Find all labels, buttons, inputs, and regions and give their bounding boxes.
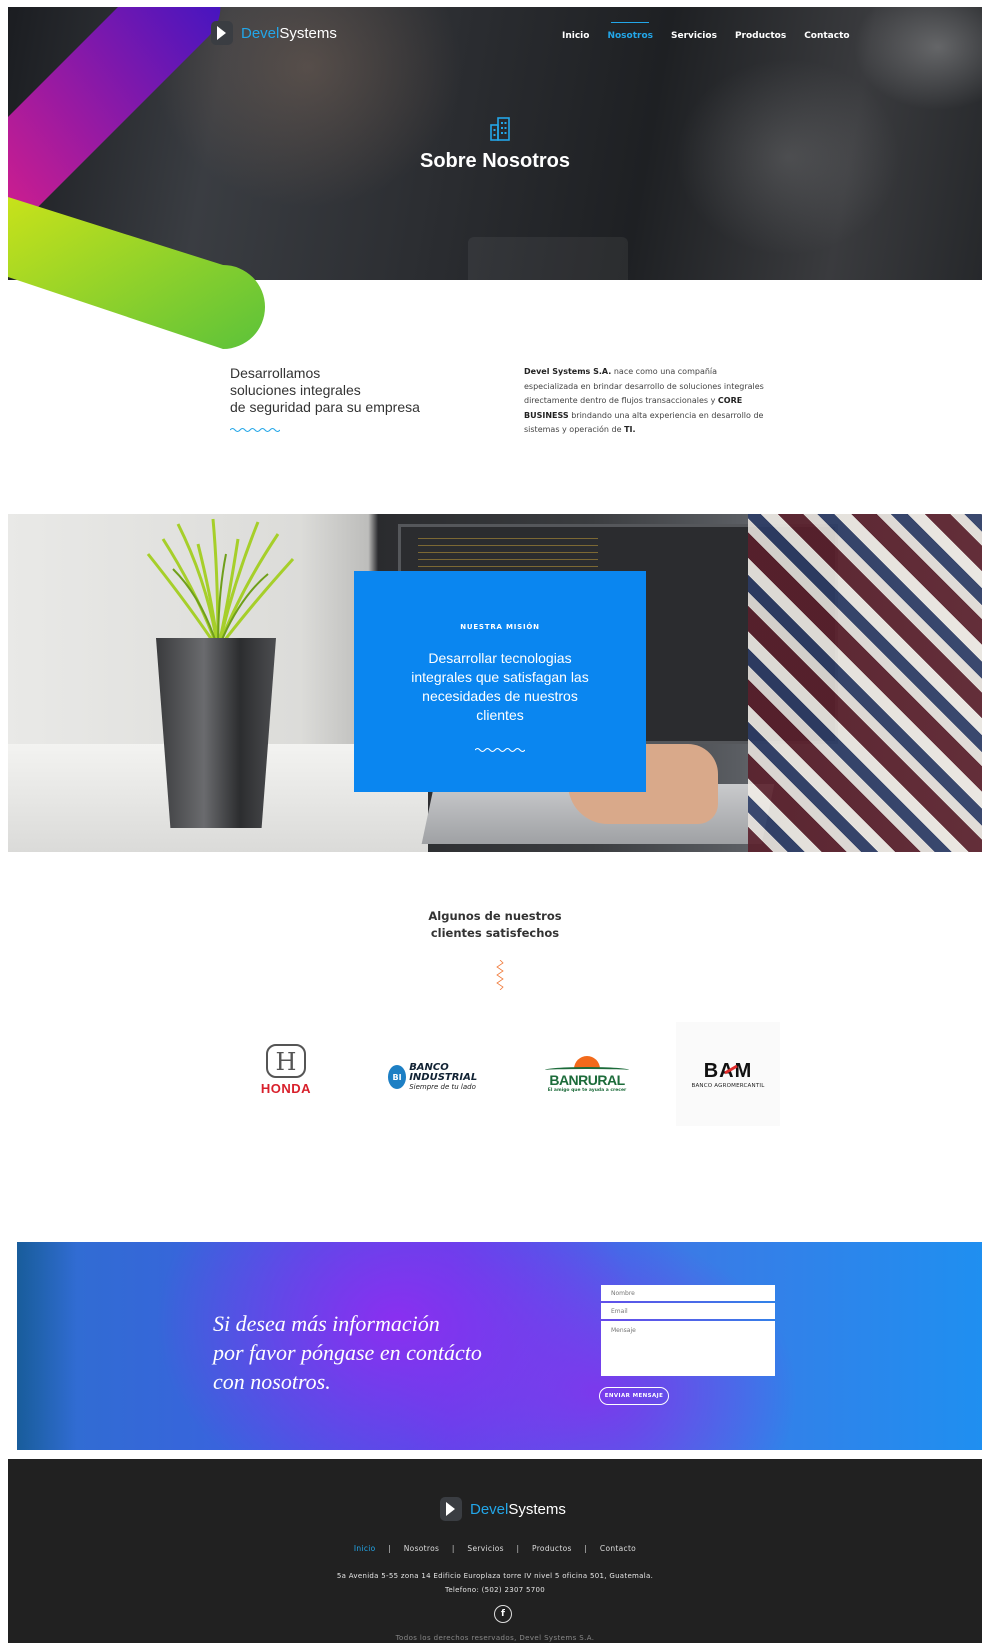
honda-emblem-icon [266,1044,306,1078]
wave-divider-icon [475,748,525,752]
footer-address: 5a Avenida 5-55 zona 14 Edificio Europla… [336,1572,654,1580]
decorative-ribbons [8,7,265,349]
client-logo-bam: BAM BANCO AGROMERCANTIL [676,1022,780,1126]
send-message-button[interactable]: ENVIAR MENSAJE [599,1387,669,1405]
mission-card: NUESTRA MISIÓN Desarrollar tecnologias i… [354,571,646,792]
nav-nosotros[interactable]: Nosotros [607,22,653,41]
name-field[interactable] [601,1285,775,1301]
mission-kicker: NUESTRA MISIÓN [460,623,540,631]
footer-link-nosotros[interactable]: Nosotros [404,1544,439,1553]
footer-phone: Telefono: (502) 2307 5700 [444,1586,546,1594]
client-logo-banrural: BANRURAL El amigo que te ayuda a crecer [541,1047,633,1101]
email-field[interactable] [601,1303,775,1319]
facebook-icon[interactable]: f [494,1605,512,1623]
clients-title: Algunos de nuestros clientes satisfechos [428,909,562,940]
purple-ribbon [8,7,221,237]
footer-link-inicio[interactable]: Inicio [354,1544,376,1553]
footer-nav: Inicio | Nosotros | Servicios | Producto… [353,1544,637,1553]
contact-message: Si desea más información por favor pónga… [213,1311,482,1394]
footer-link-productos[interactable]: Productos [532,1544,572,1553]
client-logo-banco-industrial: BI Banco Industrial Siempre de tu lado [388,1057,488,1097]
page-title: Sobre Nosotros [419,150,571,172]
intro-description: Devel Systems S.A. nace como una compañí… [524,367,764,434]
main-nav: Inicio Nosotros Servicios Productos Cont… [562,22,850,41]
logo-mark-icon [440,1497,462,1521]
hero-laptop [468,237,628,280]
copyright: Todos los derechos reservados, Devel Sys… [395,1634,595,1642]
zigzag-divider-icon [496,960,504,990]
logo-mark-icon [211,21,233,45]
nav-servicios[interactable]: Servicios [671,29,717,41]
logo-text: DevelSystems [470,1500,566,1518]
footer-link-servicios[interactable]: Servicios [467,1544,503,1553]
page: DevelSystems Inicio Nosotros Servicios P… [8,7,982,1643]
footer: DevelSystems Inicio | Nosotros | Servici… [8,1459,982,1643]
plant-pot [156,638,276,828]
green-ribbon [8,197,265,349]
wave-divider-icon [230,428,280,432]
building-icon [490,117,510,141]
mission-statement: Desarrollar tecnologias integrales que s… [411,650,589,723]
plaid-shirt [748,514,982,852]
message-field[interactable] [601,1321,775,1376]
logo-text: DevelSystems [241,24,337,42]
nav-inicio[interactable]: Inicio [562,29,589,41]
banco-industrial-badge-icon: BI [388,1065,407,1089]
nav-contacto[interactable]: Contacto [804,29,849,41]
nav-productos[interactable]: Productos [735,29,786,41]
footer-logo[interactable]: DevelSystems [440,1497,566,1521]
contact-section: Si desea más información por favor pónga… [17,1242,982,1450]
intro-heading: Desarrollamos soluciones integrales de s… [230,365,420,415]
header-logo[interactable]: DevelSystems [211,21,337,45]
mission-banner: NUESTRA MISIÓN Desarrollar tecnologias i… [8,514,982,852]
plant-photo [146,518,295,650]
client-logo-honda: HONDA [246,1040,326,1100]
footer-link-contacto[interactable]: Contacto [600,1544,636,1553]
